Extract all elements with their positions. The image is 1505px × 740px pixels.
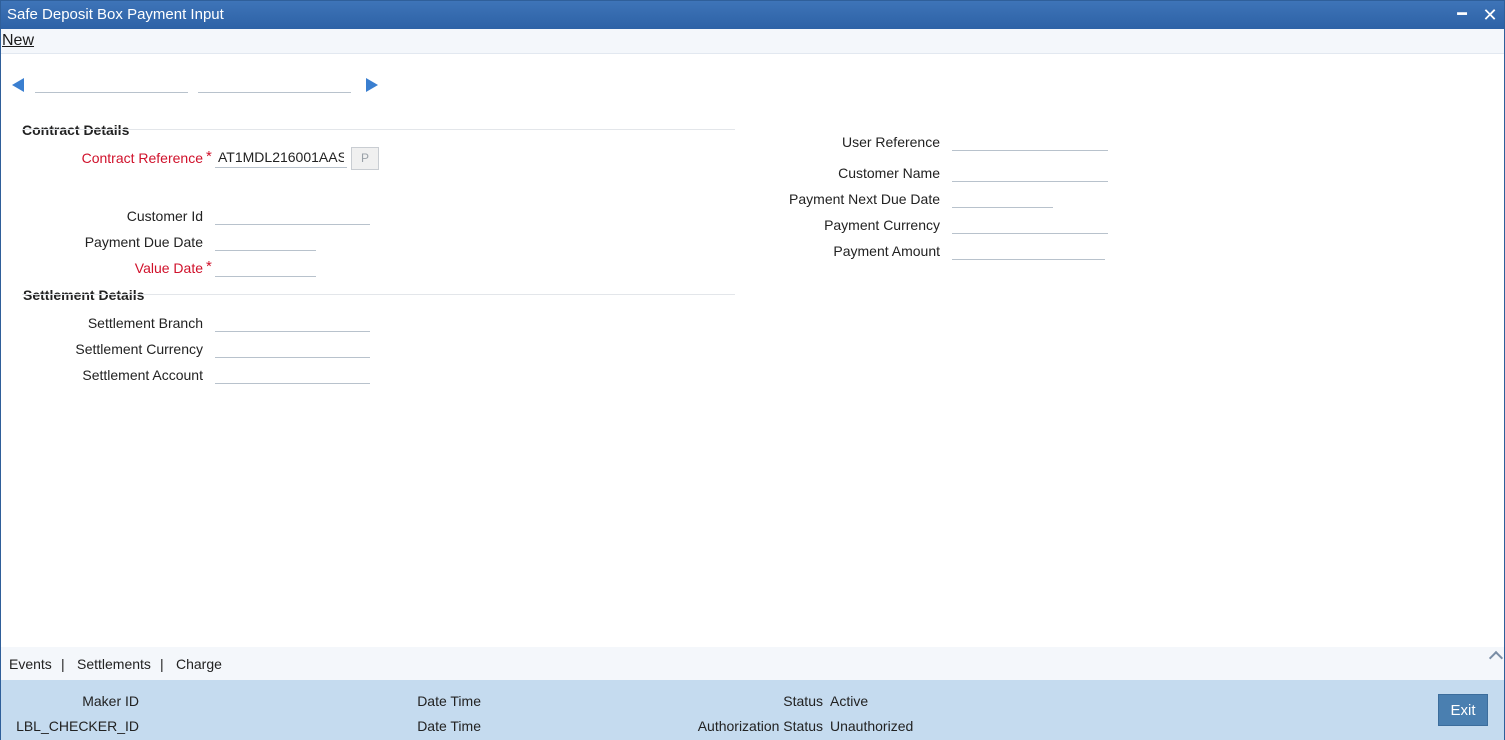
checker-id-label: LBL_CHECKER_ID xyxy=(16,718,139,734)
checker-datetime-label: Date Time xyxy=(417,718,481,734)
customer-name-label: Customer Name xyxy=(838,165,940,181)
status-value: Active xyxy=(830,693,869,709)
status-label: Status xyxy=(783,693,823,709)
tab-separator: | xyxy=(160,656,164,672)
audit-footer: Maker ID Date Time LBL_CHECKER_ID Date T… xyxy=(1,680,1504,740)
required-marker: * xyxy=(206,258,212,275)
payment-due-date-label: Payment Due Date xyxy=(84,234,203,250)
maker-datetime-label: Date Time xyxy=(417,693,481,709)
value-date-label: Value Date xyxy=(134,260,203,276)
payment-next-due-date-input[interactable] xyxy=(952,186,1053,208)
payment-amount-label: Payment Amount xyxy=(833,243,940,259)
payment-due-date-input[interactable] xyxy=(215,229,316,251)
settlement-account-input[interactable] xyxy=(215,362,370,384)
customer-id-input[interactable] xyxy=(215,203,370,225)
settlement-branch-input[interactable] xyxy=(215,310,370,332)
nav-field-2[interactable] xyxy=(198,92,351,93)
user-reference-input[interactable] xyxy=(952,129,1108,151)
next-arrow-icon[interactable] xyxy=(366,78,378,92)
value-date-input[interactable] xyxy=(215,255,316,277)
settlement-currency-label: Settlement Currency xyxy=(75,341,203,357)
close-icon[interactable]: ✕ xyxy=(1479,4,1501,26)
user-reference-label: User Reference xyxy=(841,134,940,150)
payment-next-due-date-label: Payment Next Due Date xyxy=(789,191,940,207)
settlement-branch-label: Settlement Branch xyxy=(87,315,203,331)
payment-currency-label: Payment Currency xyxy=(824,217,940,233)
contract-reference-input[interactable] xyxy=(215,146,347,168)
tab-separator: | xyxy=(61,656,65,672)
contract-reference-label: Contract Reference xyxy=(81,150,203,166)
subscreen-tabs: Events | Settlements | Charge xyxy=(1,647,1504,680)
authorization-status-value: Unauthorized xyxy=(830,718,914,734)
customer-id-label: Customer Id xyxy=(126,208,203,224)
settlement-details-title: Settlement Details xyxy=(23,287,145,303)
contract-reference-lov-button[interactable]: P xyxy=(351,147,379,170)
required-marker: * xyxy=(206,148,212,165)
toolbar: New xyxy=(1,29,1504,54)
contract-details-divider xyxy=(22,129,735,130)
tab-events[interactable]: Events xyxy=(9,656,52,672)
title-bar: Safe Deposit Box Payment Input ━ ✕ xyxy=(1,1,1504,29)
sdb-payment-window: Safe Deposit Box Payment Input ━ ✕ New C… xyxy=(0,0,1505,740)
settlement-currency-input[interactable] xyxy=(215,336,370,358)
window-title: Safe Deposit Box Payment Input xyxy=(7,6,224,23)
settlement-account-label: Settlement Account xyxy=(82,367,203,383)
previous-arrow-icon[interactable] xyxy=(12,78,24,92)
authorization-status-label: Authorization Status xyxy=(697,718,823,734)
settlement-details-divider xyxy=(22,294,735,295)
minimize-icon[interactable]: ━ xyxy=(1451,4,1473,26)
chevron-up-icon[interactable] xyxy=(1488,650,1504,666)
new-link[interactable]: New xyxy=(2,32,34,50)
payment-amount-input[interactable] xyxy=(952,238,1105,260)
tab-charge[interactable]: Charge xyxy=(176,656,222,672)
customer-name-input[interactable] xyxy=(952,160,1108,182)
payment-currency-input[interactable] xyxy=(952,212,1108,234)
maker-id-label: Maker ID xyxy=(82,693,139,709)
tab-settlements[interactable]: Settlements xyxy=(77,656,151,672)
contract-details-title: Contract Details xyxy=(22,122,130,138)
nav-field-1[interactable] xyxy=(35,92,188,93)
exit-button[interactable]: Exit xyxy=(1438,694,1488,726)
